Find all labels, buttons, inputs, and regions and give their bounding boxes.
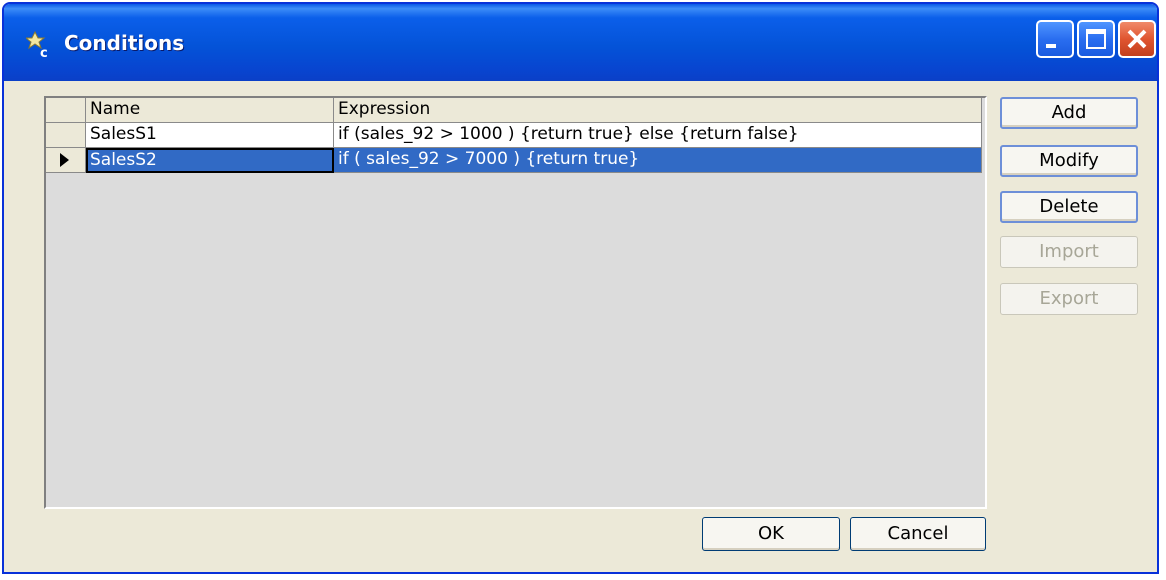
- minimize-icon: [1046, 44, 1056, 48]
- delete-button[interactable]: Delete: [1000, 191, 1138, 223]
- conditions-dialog: c Conditions Name Expression SalesS1 if …: [2, 2, 1159, 574]
- condition-expression-cell[interactable]: if ( sales_92 > 7000 ) {return true}: [334, 148, 982, 173]
- column-header-name[interactable]: Name: [86, 98, 334, 123]
- add-button[interactable]: Add: [1000, 97, 1138, 129]
- row-header-corner[interactable]: [46, 98, 86, 123]
- maximize-icon: [1086, 29, 1106, 49]
- condition-name-cell[interactable]: SalesS2: [86, 148, 334, 173]
- window-title: Conditions: [64, 31, 185, 55]
- close-icon: [1127, 29, 1147, 49]
- row-selector[interactable]: [46, 148, 86, 173]
- minimize-button[interactable]: [1036, 20, 1074, 58]
- modify-button[interactable]: Modify: [1000, 145, 1138, 177]
- export-button[interactable]: Export: [1000, 283, 1138, 315]
- maximize-button[interactable]: [1077, 20, 1115, 58]
- svg-text:c: c: [40, 46, 48, 60]
- conditions-grid[interactable]: Name Expression SalesS1 if (sales_92 > 1…: [44, 96, 987, 509]
- current-row-arrow-icon: [60, 153, 69, 167]
- row-selector[interactable]: [46, 123, 86, 148]
- condition-name-cell[interactable]: SalesS1: [86, 123, 334, 148]
- dialog-client-area: Name Expression SalesS1 if (sales_92 > 1…: [4, 81, 1157, 572]
- cancel-button[interactable]: Cancel: [850, 517, 986, 551]
- column-header-expression[interactable]: Expression: [334, 98, 982, 123]
- conditions-icon: c: [26, 30, 48, 60]
- close-button[interactable]: [1118, 20, 1156, 58]
- title-bar[interactable]: c Conditions: [4, 4, 1157, 81]
- ok-button[interactable]: OK: [702, 517, 840, 551]
- condition-expression-cell[interactable]: if (sales_92 > 1000 ) {return true} else…: [334, 123, 982, 148]
- import-button[interactable]: Import: [1000, 236, 1138, 268]
